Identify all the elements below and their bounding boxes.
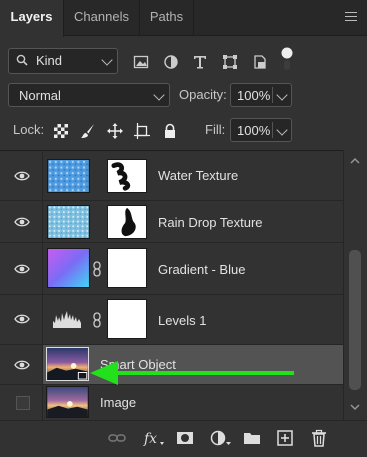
chevron-down-icon: [153, 89, 165, 101]
smart-object-filter-icon[interactable]: [252, 54, 268, 70]
lock-row: Lock: Fill: 100%: [0, 116, 367, 146]
layer-thumbnail: [46, 386, 89, 418]
type-filter-icon[interactable]: [192, 54, 208, 70]
scroll-down-icon[interactable]: [350, 402, 360, 412]
new-layer-icon[interactable]: [276, 429, 294, 447]
link-chain-icon[interactable]: [92, 261, 102, 277]
lock-all-icon[interactable]: [162, 123, 178, 139]
layer-mask-thumbnail: [107, 205, 147, 239]
link-chain-icon[interactable]: [92, 312, 102, 328]
opacity-label: Opacity:: [179, 87, 227, 102]
layer-row[interactable]: Image: [0, 385, 343, 421]
layer-row[interactable]: Water Texture: [0, 151, 343, 201]
layer-row[interactable]: Rain Drop Texture: [0, 201, 343, 243]
fx-icon[interactable]: fx: [143, 429, 165, 447]
eye-icon[interactable]: [14, 216, 30, 228]
layer-thumbnail: [47, 248, 90, 288]
layer-mask-thumbnail: [107, 159, 147, 193]
kind-filter-label: Kind: [36, 53, 63, 68]
lock-label: Lock:: [13, 122, 45, 137]
scroll-up-icon[interactable]: [350, 156, 360, 166]
layers-panel: Layers Channels Paths Kind Normal Opacit…: [0, 0, 367, 457]
fill-value: 100%: [237, 123, 271, 138]
filter-row: Kind: [0, 44, 367, 78]
layer-thumbnail: [46, 347, 89, 381]
layer-name: Rain Drop Texture: [158, 215, 263, 230]
eye-icon[interactable]: [14, 359, 30, 371]
blend-mode-value: Normal: [19, 88, 61, 103]
levels-histogram-icon: [53, 311, 81, 328]
layer-thumbnail: [47, 205, 90, 239]
svg-text:fx: fx: [143, 431, 157, 447]
filter-toggle-icon[interactable]: [280, 46, 294, 72]
adjustment-filter-icon[interactable]: [163, 54, 179, 70]
layer-name: Gradient - Blue: [158, 262, 246, 277]
eye-icon[interactable]: [14, 263, 30, 275]
tab-layers[interactable]: Layers: [0, 0, 64, 37]
scroll-thumb[interactable]: [349, 250, 361, 390]
opacity-value: 100%: [237, 88, 271, 103]
eye-icon[interactable]: [14, 170, 30, 182]
opacity-field[interactable]: 100%: [230, 83, 292, 107]
visibility-toggle[interactable]: [16, 396, 30, 410]
layer-name: Image: [100, 395, 137, 410]
eye-icon[interactable]: [14, 313, 30, 325]
layer-thumbnail: [47, 159, 90, 193]
panel-menu-icon[interactable]: [345, 12, 357, 22]
new-adjustment-icon[interactable]: [210, 429, 232, 447]
layer-row[interactable]: Levels 1: [0, 295, 343, 345]
fill-field[interactable]: 100%: [230, 118, 292, 142]
chevron-down-icon: [276, 124, 288, 136]
lock-transparent-pixels-icon[interactable]: [53, 123, 69, 139]
layer-mask-thumbnail: [107, 248, 147, 288]
chevron-down-icon: [101, 54, 113, 66]
layer-name: Levels 1: [158, 313, 207, 328]
layers-bottom-toolbar: fx: [0, 420, 367, 457]
fill-label: Fill:: [205, 122, 226, 137]
panel-tab-bar: Layers Channels Paths: [0, 0, 367, 37]
lock-artboard-icon[interactable]: [134, 123, 150, 139]
tab-paths[interactable]: Paths: [140, 0, 194, 36]
kind-filter-dropdown[interactable]: Kind: [8, 48, 118, 74]
add-mask-icon[interactable]: [176, 429, 194, 447]
new-group-icon[interactable]: [243, 429, 261, 447]
layer-mask-thumbnail: [107, 299, 147, 339]
layer-row[interactable]: Gradient - Blue: [0, 243, 343, 295]
image-filter-icon[interactable]: [133, 54, 149, 70]
chevron-down-icon: [276, 89, 288, 101]
blend-mode-dropdown[interactable]: Normal: [8, 83, 170, 107]
lock-image-pixels-icon[interactable]: [80, 123, 96, 139]
layers-scrollbar[interactable]: [343, 150, 367, 420]
annotation-arrow: [90, 361, 294, 385]
delete-layer-icon[interactable]: [310, 429, 328, 447]
tab-channels[interactable]: Channels: [64, 0, 140, 36]
blend-row: Normal Opacity: 100%: [0, 80, 367, 110]
layer-name: Water Texture: [158, 168, 239, 183]
link-layers-icon[interactable]: [108, 429, 126, 447]
shape-filter-icon[interactable]: [222, 54, 238, 70]
lock-position-icon[interactable]: [107, 123, 123, 139]
search-icon: [16, 54, 28, 66]
